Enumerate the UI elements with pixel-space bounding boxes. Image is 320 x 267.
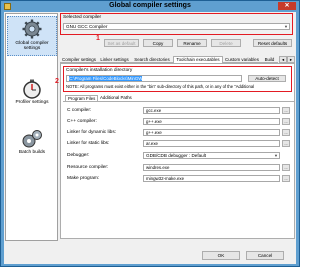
settings-sidebar: Global compiler settings Profiler settin… xyxy=(5,13,58,241)
browse-linker-static-button[interactable]: ... xyxy=(282,140,290,147)
chevron-down-icon: ▼ xyxy=(284,24,288,29)
browse-c-compiler-button[interactable]: ... xyxy=(282,107,290,114)
sidebar-item-profiler[interactable]: Profiler settings xyxy=(7,78,57,112)
copy-button[interactable]: Copy xyxy=(143,39,173,47)
dialog-footer: OK Cancel xyxy=(4,243,296,264)
cpp-compiler-field[interactable]: g++.exe xyxy=(143,118,280,125)
dialog-body: Global compiler settings Profiler settin… xyxy=(4,12,296,264)
debugger-select[interactable]: GDB/CDB debugger : Default ▼ xyxy=(143,152,280,159)
program-files-panel: C compiler: gcc.exe ... C++ compiler: g+… xyxy=(63,101,294,238)
settings-tabs: Compiler settings Linker settings Search… xyxy=(60,56,295,63)
browse-resource-compiler-button[interactable]: ... xyxy=(282,164,290,171)
install-dir-field[interactable]: C:\Program Files\CodeBlocks\MinGW xyxy=(66,75,242,82)
linker-dynamic-field[interactable]: g++.exe xyxy=(143,129,280,136)
debugger-select-value: GDB/CDB debugger : Default xyxy=(146,153,207,158)
main-panel: Selected compiler GNU GCC Compiler ▼ 1 S… xyxy=(55,13,295,241)
selected-compiler-label: Selected compiler xyxy=(63,15,102,20)
browse-cpp-compiler-button[interactable]: ... xyxy=(282,118,290,125)
tab-toolchain-executables[interactable]: Toolchain executables xyxy=(173,56,223,63)
sidebar-item-batch-builds[interactable]: Batch builds xyxy=(7,128,57,162)
sidebar-item-label: Batch builds xyxy=(18,150,46,155)
program-label: Make program: xyxy=(67,176,100,181)
program-label: Linker for dynamic libs: xyxy=(67,130,117,135)
program-label: Resource compiler: xyxy=(67,165,109,170)
install-dir-label: Compiler's installation directory xyxy=(66,68,133,73)
program-label: C++ compiler: xyxy=(67,119,97,124)
compiler-select-value: GNU GCC Compiler xyxy=(66,24,108,29)
program-label: Debugger: xyxy=(67,153,90,158)
sidebar-item-label: Global compiler settings xyxy=(15,41,49,51)
cancel-button[interactable]: Cancel xyxy=(246,251,284,260)
tab-scroll-right-button[interactable]: ▸ xyxy=(287,56,295,63)
install-dir-value: C:\Program Files\CodeBlocks\MinGW xyxy=(69,76,143,81)
install-dir-note: NOTE: All programs must exist either in … xyxy=(66,84,255,89)
auto-detect-button[interactable]: Auto-detect xyxy=(248,75,286,82)
gears-icon xyxy=(22,130,42,148)
dialog-window: Global compiler settings ✕ Global compil… xyxy=(0,0,300,267)
title-bar[interactable]: Global compiler settings ✕ xyxy=(1,1,299,12)
browse-make-program-button[interactable]: ... xyxy=(282,175,290,182)
sidebar-item-label: Profiler settings xyxy=(15,100,49,105)
program-label: Linker for static libs: xyxy=(67,141,110,146)
resource-compiler-field[interactable]: windres.exe xyxy=(143,164,280,171)
browse-linker-dynamic-button[interactable]: ... xyxy=(282,129,290,136)
rename-button[interactable]: Rename xyxy=(177,39,207,47)
c-compiler-field[interactable]: gcc.exe xyxy=(143,107,280,114)
program-label: C compiler: xyxy=(67,108,92,113)
set-default-button[interactable]: Set as default xyxy=(104,39,139,47)
annotation-number-2: 2 xyxy=(55,78,59,85)
tab-scroll-left-button[interactable]: ◂ xyxy=(279,56,287,63)
delete-button[interactable]: Delete xyxy=(211,39,241,47)
linker-static-field[interactable]: ar.exe xyxy=(143,140,280,147)
close-button[interactable]: ✕ xyxy=(278,2,296,10)
sidebar-item-global-compiler[interactable]: Global compiler settings xyxy=(7,16,57,56)
toolchain-panel: 2 Compiler's installation directory C:\P… xyxy=(55,63,295,239)
chevron-down-icon: ▼ xyxy=(274,153,278,158)
window-title: Global compiler settings xyxy=(109,2,191,9)
stopwatch-icon xyxy=(23,79,41,99)
make-program-field[interactable]: mingw32-make.exe xyxy=(143,175,280,182)
ok-button[interactable]: OK xyxy=(202,251,240,260)
annotation-number-1: 1 xyxy=(96,35,100,42)
reset-defaults-button[interactable]: Reset defaults xyxy=(253,39,292,47)
gear-icon xyxy=(22,19,42,39)
compiler-select[interactable]: GNU GCC Compiler ▼ xyxy=(63,23,290,30)
